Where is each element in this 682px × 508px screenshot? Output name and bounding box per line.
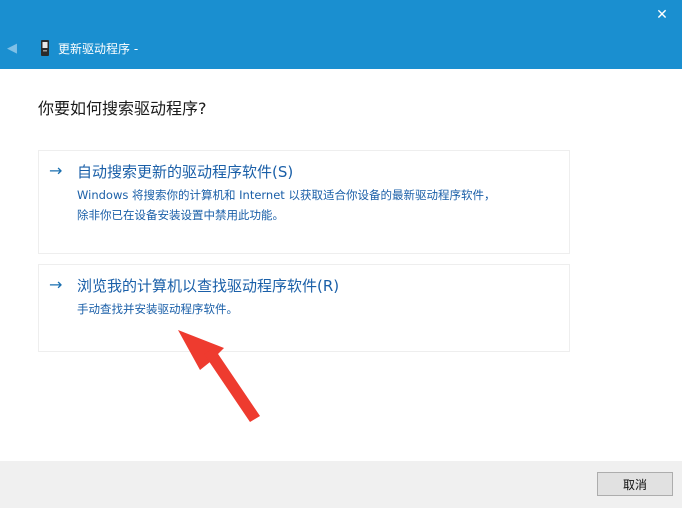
annotation-arrow-icon — [178, 330, 260, 422]
close-icon: ✕ — [656, 7, 668, 23]
title-bar: ✕ ◀ 更新驱动程序 - — [0, 0, 682, 69]
option-browse-computer-title: 浏览我的计算机以查找驱动程序软件(R) — [77, 277, 340, 295]
description-line: 除非你已在设备安装设置中禁用此功能。 — [77, 208, 284, 222]
window-title: 更新驱动程序 - — [58, 42, 139, 56]
option-auto-search-description: Windows 将搜索你的计算机和 Internet 以获取适合你设备的最新驱动… — [77, 185, 562, 225]
option-browse-computer-description: 手动查找并安装驱动程序软件。 — [77, 299, 562, 319]
dialog-footer — [0, 461, 682, 508]
arrow-right-icon: → — [49, 275, 63, 294]
update-driver-dialog: ✕ ◀ 更新驱动程序 - 你要如何搜索驱动程序? → 自动搜索更新的驱动程序软件… — [0, 0, 682, 508]
option-auto-search[interactable]: → 自动搜索更新的驱动程序软件(S) Windows 将搜索你的计算机和 Int… — [38, 150, 570, 254]
description-line: Windows 将搜索你的计算机和 Internet 以获取适合你设备的最新驱动… — [77, 188, 496, 202]
option-browse-computer[interactable]: → 浏览我的计算机以查找驱动程序软件(R) 手动查找并安装驱动程序软件。 — [38, 264, 570, 352]
close-button[interactable]: ✕ — [642, 0, 682, 30]
back-button[interactable]: ◀ — [4, 38, 20, 58]
back-arrow-icon: ◀ — [7, 40, 17, 56]
description-line: 手动查找并安装驱动程序软件。 — [77, 302, 238, 316]
page-heading: 你要如何搜索驱动程序? — [38, 99, 207, 118]
arrow-right-icon: → — [49, 161, 63, 180]
cancel-button[interactable]: 取消 — [597, 472, 673, 496]
device-manager-icon — [41, 40, 49, 56]
option-auto-search-title: 自动搜索更新的驱动程序软件(S) — [77, 163, 294, 181]
